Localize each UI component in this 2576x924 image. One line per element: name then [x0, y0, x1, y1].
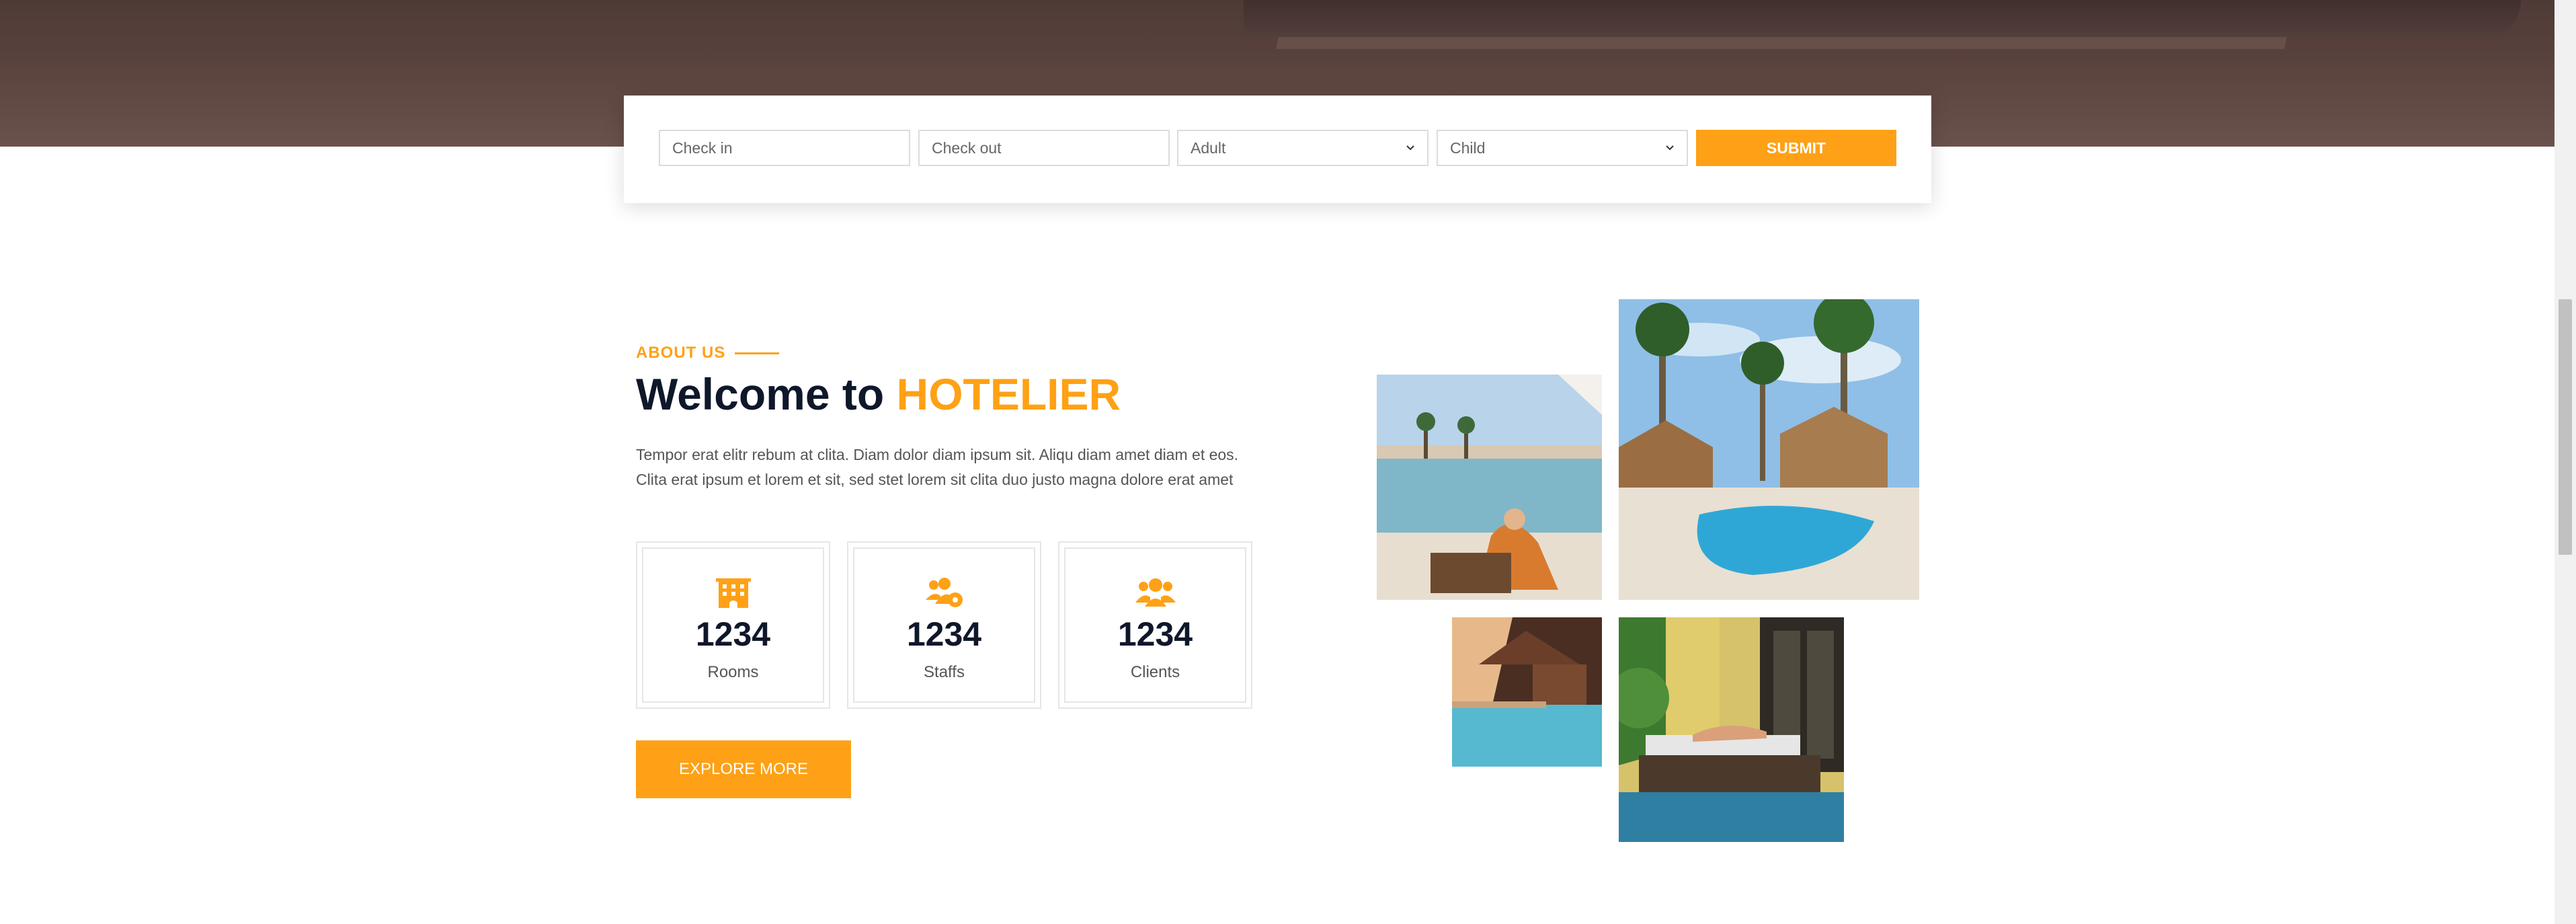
adult-select[interactable]: Adult — [1177, 130, 1428, 166]
explore-more-button[interactable]: EXPLORE MORE — [636, 740, 851, 798]
booking-form: Check in Check out Adult Child SUBMIT — [624, 95, 1931, 203]
chevron-down-icon — [1406, 145, 1414, 151]
child-select-value: Child — [1450, 139, 1486, 157]
scrollbar-track[interactable] — [2554, 0, 2576, 924]
stat-card-inner: 1234 Rooms — [642, 547, 824, 703]
stat-card-clients: 1234 Clients — [1058, 541, 1252, 709]
stat-label: Rooms — [707, 663, 759, 681]
hero-image-detail — [1244, 0, 2521, 40]
check-in-input[interactable]: Check in — [659, 130, 910, 166]
evening-pool-photo — [1452, 617, 1602, 767]
child-select[interactable]: Child — [1437, 130, 1688, 166]
stat-card-inner: 1234 Clients — [1064, 547, 1246, 703]
scrollbar-thumb[interactable] — [2559, 299, 2572, 555]
users-icon — [1135, 578, 1176, 607]
stat-label: Clients — [1130, 663, 1180, 681]
stat-label: Staffs — [924, 663, 965, 681]
chevron-down-icon — [1666, 145, 1674, 151]
submit-button[interactable]: SUBMIT — [1696, 130, 1896, 166]
stat-card-rooms: 1234 Rooms — [636, 541, 830, 709]
hero-image-detail — [1276, 37, 2287, 49]
title-brand: HOTELIER — [896, 369, 1121, 419]
stat-card-inner: 1234 Staffs — [853, 547, 1035, 703]
stat-value: 1234 — [906, 615, 982, 653]
check-out-input[interactable]: Check out — [918, 130, 1170, 166]
hotel-icon — [715, 578, 751, 608]
about-us-label: ABOUT US — [636, 344, 726, 362]
about-description: Tempor erat elitr rebum at clita. Diam d… — [636, 446, 1239, 488]
resort-pool-photo — [1619, 299, 1919, 600]
pool-lounger-photo — [1377, 375, 1602, 600]
title-prefix: Welcome to — [636, 369, 885, 419]
stat-value: 1234 — [695, 615, 771, 653]
users-cog-icon — [925, 578, 963, 607]
poolside-relax-photo — [1619, 617, 1844, 842]
about-us-divider — [735, 352, 779, 354]
adult-select-value: Adult — [1191, 139, 1226, 157]
page-title: Welcome to HOTELIER — [636, 369, 1121, 420]
stat-card-staffs: 1234 Staffs — [847, 541, 1041, 709]
stat-value: 1234 — [1117, 615, 1193, 653]
